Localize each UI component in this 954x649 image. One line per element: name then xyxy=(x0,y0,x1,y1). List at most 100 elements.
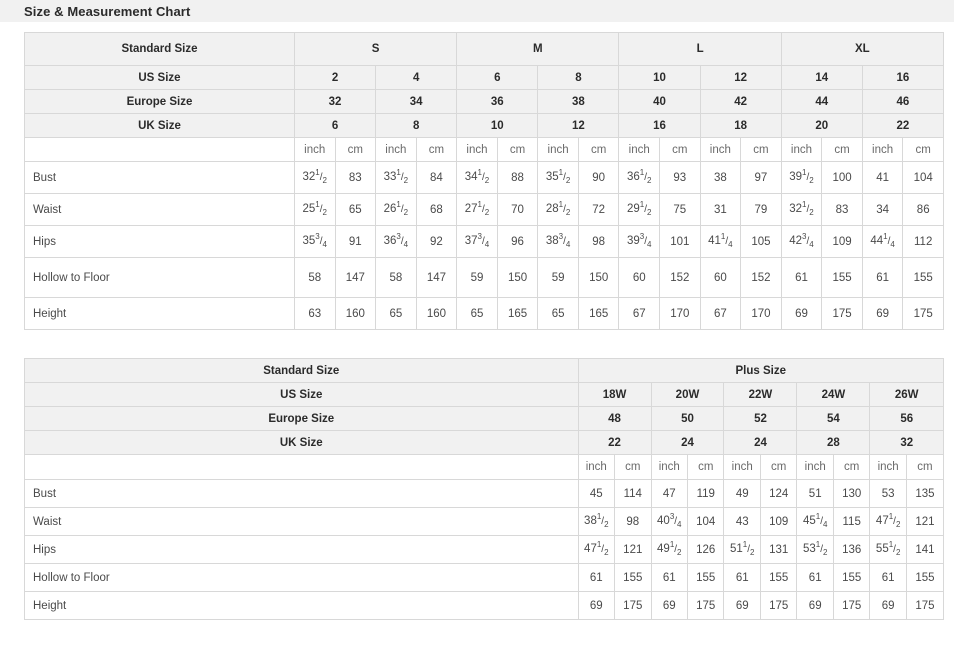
size-cell: 22W xyxy=(723,382,798,407)
fraction-denominator: 4 xyxy=(403,240,409,250)
size-row: Europe Size 32 34 36 38 40 42 44 46 xyxy=(24,89,945,114)
measurement-cell: 88 xyxy=(496,161,539,194)
measurement-cell: 93 xyxy=(659,161,701,194)
measurement-cell: 155 xyxy=(614,563,652,592)
size-cell: 44 xyxy=(780,89,863,114)
fraction-whole: 51 xyxy=(729,543,743,556)
size-cell: 24 xyxy=(650,430,725,455)
fraction-value: 451/4 xyxy=(803,513,827,529)
measurement-cell: 69 xyxy=(780,297,823,330)
measurement-cell: 261/2 xyxy=(375,193,417,226)
measurement-cell: 41 xyxy=(861,161,904,194)
measurement-cell: 49 xyxy=(723,479,761,508)
size-row: UK Size 22 24 24 28 32 xyxy=(24,430,944,455)
measurement-cell: 60 xyxy=(699,257,742,298)
measurement-cell: 531/2 xyxy=(796,535,834,564)
measurement-row: Waist 381/2 98 403/4 104 43 109 451/4 115 471/2 12… xyxy=(24,507,945,536)
fraction-denominator: 2 xyxy=(822,548,828,558)
fraction-denominator: 2 xyxy=(809,176,814,186)
measurement-row: Bust 45 114 47 119 49 124 51 130 53 135 xyxy=(24,479,945,508)
unit-header-cm: cm xyxy=(659,137,701,162)
fraction-whole: 38 xyxy=(584,515,597,528)
measurement-cell: 471/2 xyxy=(577,535,616,564)
measurement-cell: 31 xyxy=(699,193,742,226)
fraction-denominator: 2 xyxy=(565,208,571,218)
measurement-cell: 98 xyxy=(614,507,652,536)
unit-header-cm: cm xyxy=(905,454,945,480)
fraction-value: 403/4 xyxy=(657,513,681,529)
measurement-cell: 121 xyxy=(905,507,945,536)
fraction-denominator: 2 xyxy=(895,548,901,558)
fraction-denominator: 2 xyxy=(750,548,755,558)
measurement-cell: 90 xyxy=(577,161,620,194)
measurement-cell: 155 xyxy=(821,257,863,298)
fraction-whole: 53 xyxy=(802,543,816,556)
measurement-label-height: Height xyxy=(24,297,295,330)
measurement-cell: 105 xyxy=(740,225,782,258)
measurement-label-hips: Hips xyxy=(24,225,295,258)
measurement-cell: 551/2 xyxy=(869,535,907,564)
fraction-value: 341/2 xyxy=(465,169,489,185)
fraction-whole: 27 xyxy=(464,203,478,216)
unit-header-inch: inch xyxy=(650,454,689,480)
size-cell: 52 xyxy=(723,406,798,431)
measurement-cell: 131 xyxy=(759,535,798,564)
measurement-cell: 160 xyxy=(334,297,377,330)
size-cell: 28 xyxy=(796,430,871,455)
measurement-cell: 96 xyxy=(496,225,539,258)
measurement-label-height: Height xyxy=(24,591,579,620)
measurement-cell: 70 xyxy=(496,193,539,226)
fraction-value: 251/2 xyxy=(302,201,326,217)
size-cell: 12 xyxy=(699,65,782,90)
fraction-denominator: 4 xyxy=(677,520,682,530)
page-title: Size & Measurement Chart xyxy=(24,3,191,19)
size-cell: 38 xyxy=(537,89,620,114)
fraction-denominator: 2 xyxy=(403,208,409,218)
size-row: UK Size 6 8 10 12 16 18 20 22 xyxy=(24,113,945,138)
measurement-cell: 79 xyxy=(740,193,782,226)
size-group-s: S xyxy=(293,32,458,66)
measurement-cell: 121 xyxy=(614,535,652,564)
fraction-whole: 40 xyxy=(657,515,670,528)
measurement-cell: 69 xyxy=(796,591,834,620)
fraction-denominator: 2 xyxy=(895,520,901,530)
fraction-denominator: 2 xyxy=(484,176,490,186)
measurement-row: Hollow to Floor 58 147 58 147 59 150 59 150 60 152… xyxy=(24,257,944,298)
size-group-plus-size: Plus Size xyxy=(577,358,945,383)
measurement-cell: 155 xyxy=(902,257,944,298)
fraction-denominator: 2 xyxy=(322,208,327,218)
fraction-value: 381/2 xyxy=(584,513,608,529)
fraction-value: 373/4 xyxy=(465,233,489,249)
plus-size-table-body: Standard Size Plus Size US Size 18W 20W 22W 24… xyxy=(24,358,945,620)
row-label-us-size: US Size xyxy=(24,65,295,90)
measurement-cell: 83 xyxy=(334,161,377,194)
measurement-cell: 92 xyxy=(415,225,458,258)
unit-header-inch: inch xyxy=(869,454,907,480)
measurement-cell: 321/2 xyxy=(293,161,336,194)
measurement-cell: 101 xyxy=(659,225,701,258)
size-row: US Size 18W 20W 22W 24W 26W xyxy=(24,382,944,407)
fraction-value: 291/2 xyxy=(627,201,651,217)
measurement-cell: 251/2 xyxy=(293,193,336,226)
unit-header-inch: inch xyxy=(375,137,417,162)
fraction-denominator: 4 xyxy=(565,240,571,250)
group-header-row: Standard Size Plus Size xyxy=(24,358,945,383)
measurement-cell: 170 xyxy=(740,297,782,330)
measurement-cell: 170 xyxy=(659,297,701,330)
fraction-value: 391/2 xyxy=(789,169,813,185)
measurement-cell: 175 xyxy=(832,591,871,620)
fraction-whole: 38 xyxy=(545,235,559,248)
measurement-cell: 60 xyxy=(618,257,661,298)
measurement-cell: 86 xyxy=(902,193,944,226)
fraction-whole: 44 xyxy=(870,235,884,248)
size-cell: 22 xyxy=(861,113,945,138)
measurement-cell: 100 xyxy=(821,161,863,194)
unit-header-cm: cm xyxy=(577,137,620,162)
fraction-value: 353/4 xyxy=(302,233,326,249)
fraction-value: 383/4 xyxy=(546,233,570,249)
size-group-l: L xyxy=(618,32,782,66)
measurement-row: Hollow to Floor 61 155 61 155 61 155 61 155 61 155 xyxy=(24,563,945,592)
fraction-denominator: 2 xyxy=(322,176,327,186)
measurement-cell: 63 xyxy=(293,297,336,330)
fraction-value: 351/2 xyxy=(546,169,570,185)
